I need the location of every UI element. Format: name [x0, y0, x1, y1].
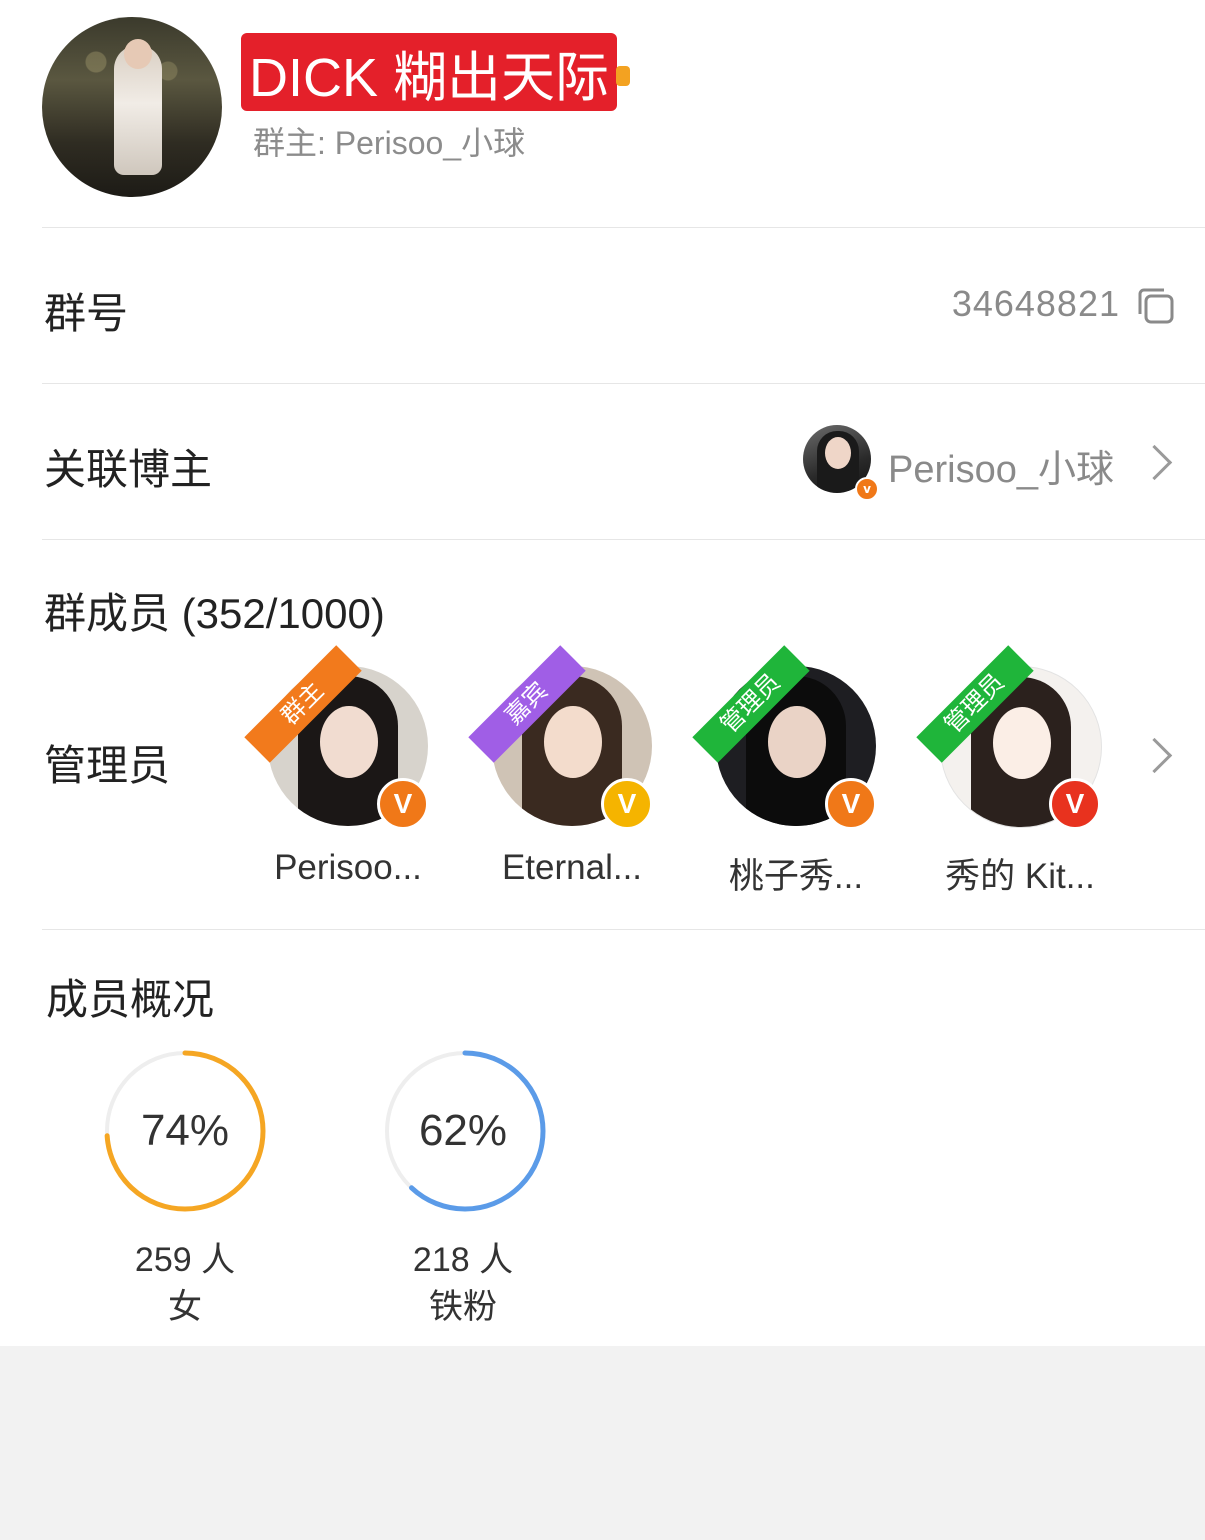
divider: [42, 227, 1205, 228]
female-percent: 74%: [140, 1106, 230, 1155]
admin-name: 桃子秀...: [728, 857, 864, 896]
admin-name: 秀的 Kit...: [945, 857, 1095, 896]
verified-icon: V: [825, 778, 877, 830]
linked-blogger-name[interactable]: Perisoo_小球: [888, 438, 1114, 493]
fan-count: 218 人: [412, 1241, 514, 1279]
group-owner: 群主: Perisoo_小球: [253, 125, 526, 161]
chevron-right-icon[interactable]: [1136, 737, 1173, 774]
linked-blogger-label: 关联博主: [44, 446, 213, 493]
group-title: DICK 糊出天际: [249, 47, 610, 108]
verified-icon: V: [601, 778, 653, 830]
female-count: 259 人: [134, 1241, 236, 1279]
members-label: 群成员 (352/1000): [44, 590, 385, 637]
admin-name: Eternal...: [501, 848, 643, 887]
group-title-badge: DICK 糊出天际: [241, 33, 618, 111]
fan-percent: 62%: [418, 1106, 508, 1155]
avatar-face: [825, 437, 851, 469]
verified-icon: V: [377, 778, 429, 830]
avatar-face: [993, 707, 1051, 779]
footer-area: [0, 1346, 1205, 1540]
admins-label: 管理员: [44, 742, 171, 789]
verified-icon: V: [1049, 778, 1101, 830]
divider: [42, 929, 1205, 930]
avatar-face: [320, 706, 378, 778]
divider: [42, 383, 1205, 384]
female-label: 女: [168, 1288, 202, 1326]
avatar-face: [768, 706, 826, 778]
avatar-face: [544, 706, 602, 778]
chevron-right-icon[interactable]: [1136, 444, 1173, 481]
copy-icon[interactable]: [1136, 286, 1176, 326]
fan-label: 铁粉: [429, 1288, 497, 1326]
admin-name: Perisoo...: [274, 848, 422, 887]
group-number-label: 群号: [44, 290, 129, 337]
group-avatar[interactable]: [42, 17, 222, 197]
title-badge-icon: [616, 66, 630, 86]
verified-icon: v: [855, 477, 879, 501]
divider: [42, 539, 1205, 540]
overview-label: 成员概况: [46, 976, 215, 1023]
group-number-value: 34648821: [951, 283, 1120, 324]
avatar-figure-head: [124, 39, 152, 69]
